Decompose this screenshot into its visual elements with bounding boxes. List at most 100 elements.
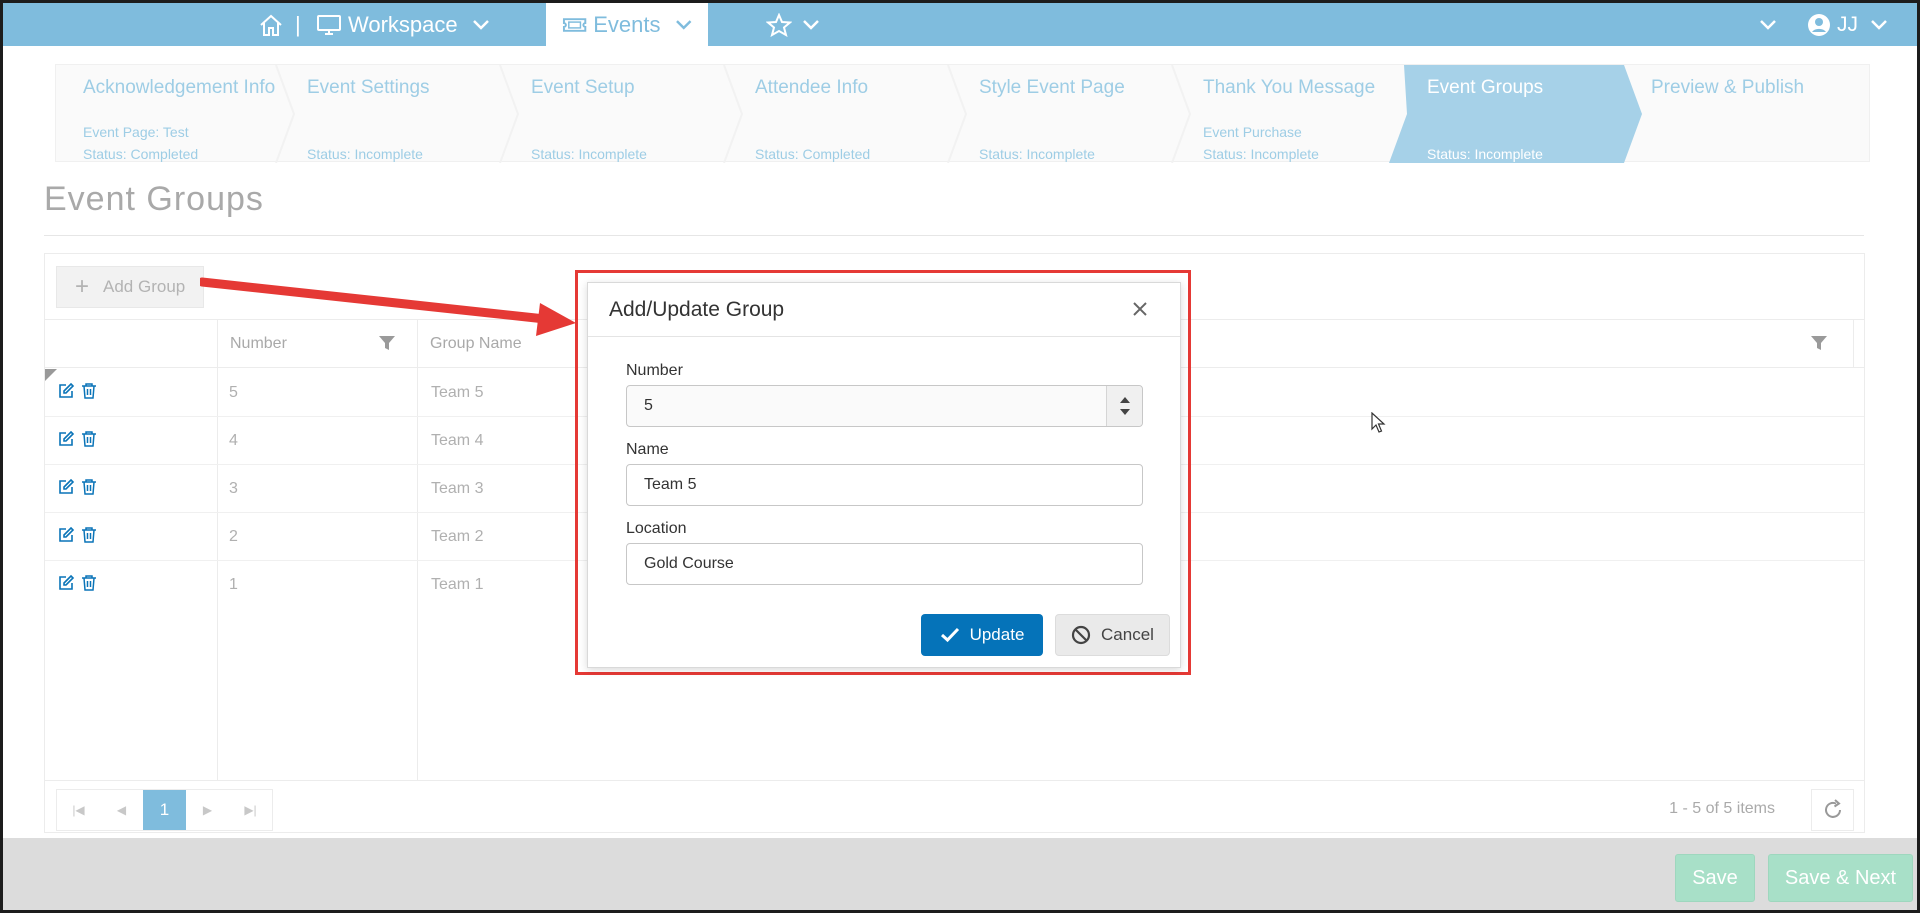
number-stepper[interactable]: 5 <box>626 385 1143 427</box>
first-page-icon: |◀ <box>72 803 85 817</box>
refresh-button[interactable] <box>1811 789 1854 831</box>
ban-icon <box>1071 625 1091 645</box>
save-button[interactable]: Save <box>1675 854 1755 902</box>
divider <box>44 235 1864 236</box>
first-page-button[interactable]: |◀ <box>57 790 100 830</box>
step-title: Thank You Message <box>1203 77 1376 98</box>
step-status: Status: Completed <box>755 146 871 162</box>
wizard-step-thank-you-message[interactable]: Thank You Message Event Purchase Status: … <box>1176 65 1400 163</box>
wizard-step-event-groups[interactable]: Event Groups Status: Incomplete <box>1400 65 1624 163</box>
plus-icon: + <box>75 273 90 300</box>
prev-page-button[interactable]: ◀ <box>100 790 143 830</box>
step-status: Status: Incomplete <box>531 146 647 162</box>
wizard-step-style-event-page[interactable]: Style Event Page Status: Incomplete <box>952 65 1192 163</box>
cell-group-name: Team 2 <box>431 528 484 545</box>
column-divider <box>1853 320 1854 368</box>
number-label: Number <box>626 362 683 379</box>
step-title: Style Event Page <box>979 77 1125 98</box>
user-icon <box>1808 13 1830 36</box>
cell-group-name: Team 5 <box>431 384 484 401</box>
close-icon[interactable] <box>1130 299 1150 319</box>
star-icon <box>766 12 792 37</box>
edit-icon[interactable] <box>57 430 75 448</box>
step-title: Event Settings <box>307 77 430 98</box>
step-status: Status: Incomplete <box>1427 146 1543 162</box>
cell-number: 5 <box>229 384 238 401</box>
mouse-cursor-icon <box>1371 412 1386 433</box>
edit-icon[interactable] <box>57 478 75 496</box>
update-button[interactable]: Update <box>921 614 1043 656</box>
trash-icon[interactable] <box>81 574 97 592</box>
cell-group-name: Team 4 <box>431 432 484 449</box>
caret-down-icon[interactable] <box>1119 408 1131 416</box>
trash-icon[interactable] <box>81 382 97 400</box>
events-label: Events <box>593 11 661 37</box>
refresh-icon <box>1824 799 1841 818</box>
wizard-step-attendee-info[interactable]: Attendee Info Status: Completed <box>728 65 968 163</box>
cell-number: 2 <box>229 528 238 545</box>
chevron-down-icon <box>803 19 819 30</box>
page-number-button[interactable]: 1 <box>143 790 186 830</box>
wizard-step-event-settings[interactable]: Event Settings Status: Incomplete <box>280 65 520 163</box>
step-title: Preview & Publish <box>1651 77 1805 98</box>
step-status: Event Purchase Status: Incomplete <box>1203 124 1319 162</box>
top-nav: | Workspace Events JJ <box>3 3 1917 46</box>
step-status: Status: Incomplete <box>979 146 1095 162</box>
cell-group-name: Team 1 <box>431 576 484 593</box>
prev-page-icon: ◀ <box>116 803 127 817</box>
step-title: Attendee Info <box>755 77 869 98</box>
name-field[interactable]: Team 5 <box>626 464 1143 506</box>
next-page-icon: ▶ <box>202 803 213 817</box>
next-page-button[interactable]: ▶ <box>186 790 229 830</box>
workspace-label: Workspace <box>348 11 458 37</box>
home-button[interactable] <box>258 3 284 46</box>
user-menu[interactable]: JJ <box>1807 3 1888 46</box>
save-next-button[interactable]: Save & Next <box>1768 854 1913 902</box>
footer-bar: Save Save & Next <box>3 838 1917 910</box>
chevron-down-icon <box>1871 19 1887 30</box>
cell-number: 1 <box>229 576 238 593</box>
ticket-icon <box>562 17 587 32</box>
location-field[interactable]: Gold Course <box>626 543 1143 585</box>
trash-icon[interactable] <box>81 430 97 448</box>
menu-dropdown[interactable] <box>1759 3 1777 46</box>
wizard-step-preview-publish[interactable]: Preview & Publish <box>1624 65 1864 163</box>
workspace-menu[interactable]: Workspace <box>316 3 490 46</box>
cancel-button[interactable]: Cancel <box>1055 614 1170 656</box>
cell-group-name: Team 3 <box>431 480 484 497</box>
spin-buttons[interactable] <box>1106 386 1142 426</box>
number-value: 5 <box>644 397 653 414</box>
cell-number: 4 <box>229 432 238 449</box>
dialog-header: Add/Update Group <box>588 283 1180 337</box>
add-group-label: Add Group <box>103 277 186 296</box>
monitor-icon <box>317 14 341 35</box>
check-icon <box>940 627 959 643</box>
user-initials: JJ <box>1837 12 1858 36</box>
wizard-step-acknowledgement[interactable]: Acknowledgement Info Event Page: Test Sta… <box>56 65 296 163</box>
home-icon <box>260 14 282 36</box>
edit-icon[interactable] <box>57 574 75 592</box>
step-title: Acknowledgement Info <box>83 77 276 98</box>
chevron-down-icon <box>472 19 489 30</box>
name-label: Name <box>626 441 669 458</box>
step-title: Event Setup <box>531 77 635 98</box>
edit-icon[interactable] <box>57 526 75 544</box>
wizard-step-event-setup[interactable]: Event Setup Status: Incomplete <box>504 65 744 163</box>
wizard-steps: Acknowledgement Info Event Page: Test Sta… <box>55 64 1870 163</box>
trash-icon[interactable] <box>81 526 97 544</box>
last-page-button[interactable]: ▶| <box>229 790 272 830</box>
location-label: Location <box>626 520 687 537</box>
chevron-down-icon <box>675 19 691 30</box>
caret-up-icon[interactable] <box>1119 396 1131 404</box>
step-title: Event Groups <box>1427 77 1544 98</box>
favorites-menu[interactable] <box>766 3 820 46</box>
trash-icon[interactable] <box>81 478 97 496</box>
page-title: Event Groups <box>44 180 264 218</box>
step-status: Event Page: Test Status: Completed <box>83 124 199 162</box>
filter-icon[interactable] <box>1810 334 1828 352</box>
edit-icon[interactable] <box>57 382 75 400</box>
pager-info: 1 - 5 of 5 items <box>1669 800 1775 817</box>
add-group-button[interactable]: + Add Group <box>56 266 204 308</box>
events-menu[interactable]: Events <box>546 3 708 46</box>
nav-separator: | <box>295 11 301 37</box>
